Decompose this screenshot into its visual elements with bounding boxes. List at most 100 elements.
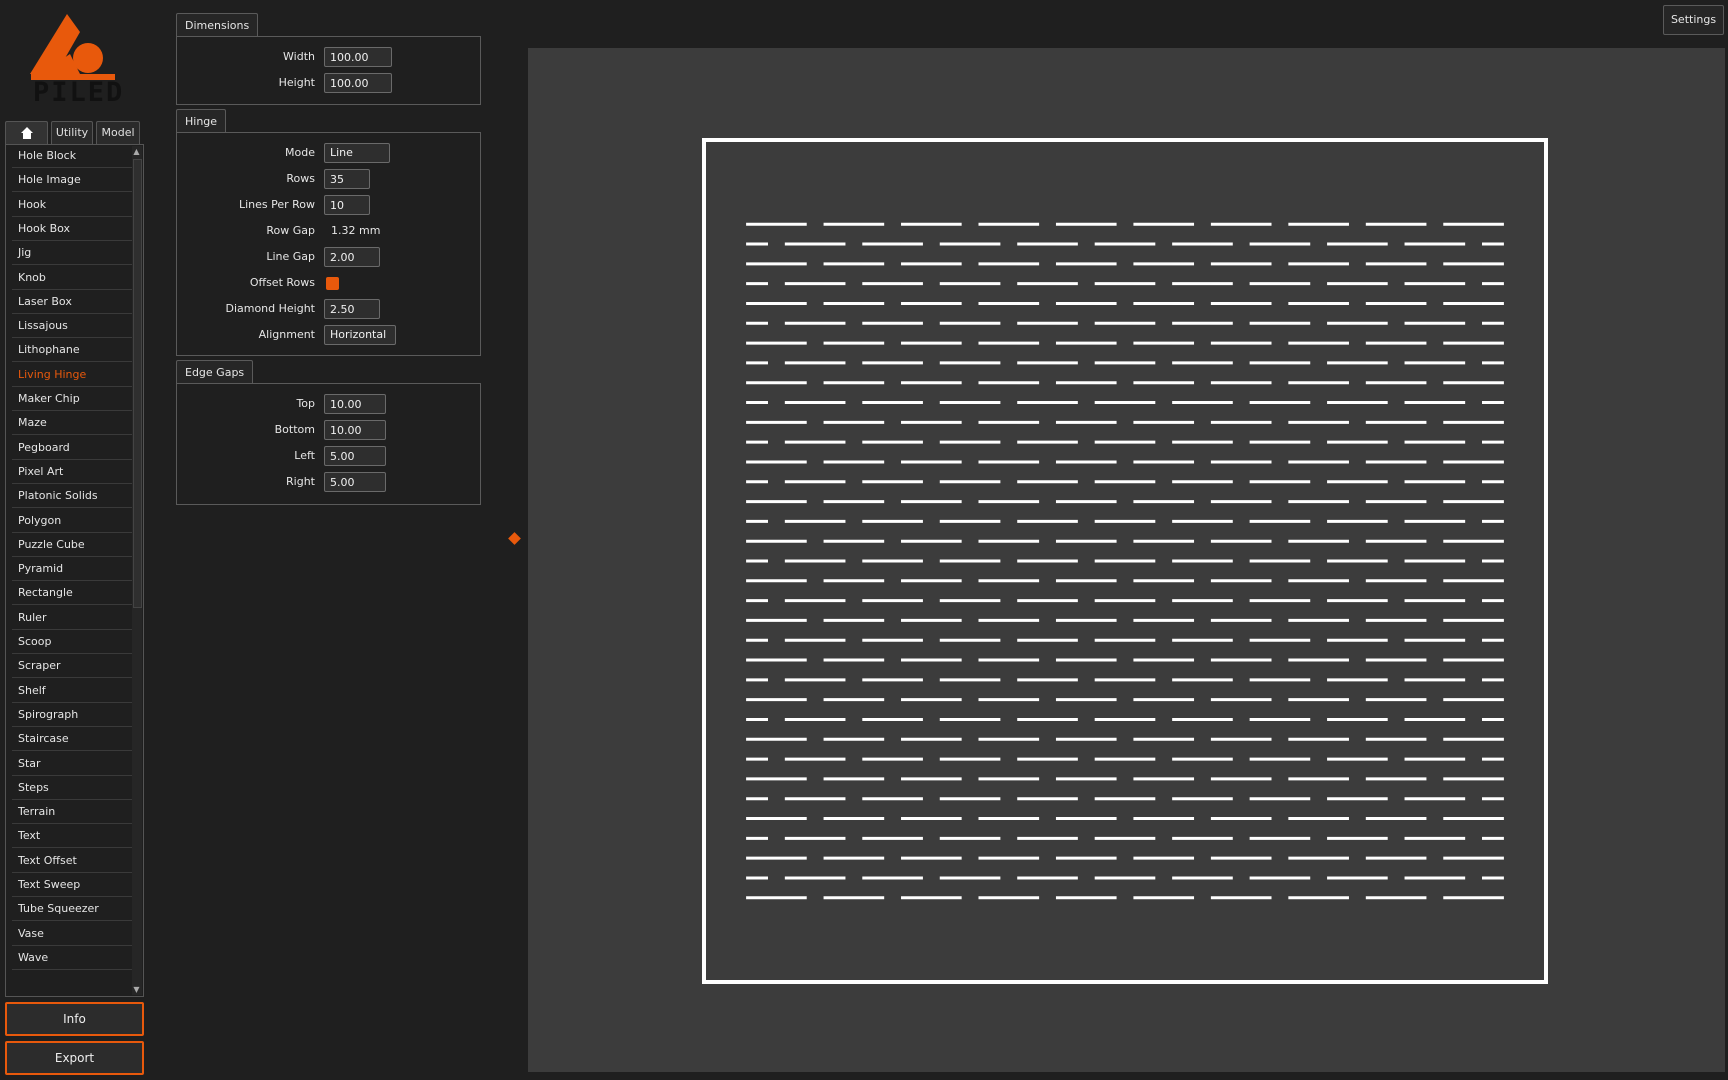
settings-button[interactable]: Settings bbox=[1663, 5, 1724, 35]
diamond-height-label: Diamond Height bbox=[225, 302, 315, 315]
list-item[interactable]: Star bbox=[12, 753, 134, 776]
list-item-label: Tube Squeezer bbox=[18, 902, 99, 916]
mode-label: Mode bbox=[285, 146, 315, 159]
list-item[interactable]: Hole Image bbox=[12, 169, 134, 193]
scroll-down-icon[interactable]: ▼ bbox=[132, 984, 141, 995]
list-item[interactable]: Steps bbox=[12, 777, 134, 800]
list-item-label: Steps bbox=[18, 780, 49, 794]
row-gap-label: Row Gap bbox=[266, 224, 315, 237]
list-item-label: Wave bbox=[18, 950, 49, 964]
list-item-label: Vase bbox=[18, 926, 44, 940]
preview-viewport[interactable] bbox=[528, 48, 1725, 1072]
list-item[interactable]: Rectangle bbox=[12, 582, 134, 606]
bottom-gap-label: Bottom bbox=[274, 423, 315, 436]
width-label: Width bbox=[283, 50, 315, 63]
list-item-label: Pyramid bbox=[18, 562, 64, 576]
list-item[interactable]: Scoop bbox=[12, 631, 134, 654]
edge-gaps-group-tab[interactable]: Edge Gaps bbox=[176, 360, 254, 384]
list-item-label: Text bbox=[18, 829, 41, 843]
list-item-label: Maker Chip bbox=[18, 392, 80, 405]
list-item[interactable]: Terrain bbox=[12, 801, 134, 825]
export-button[interactable]: Export bbox=[5, 1041, 144, 1075]
list-item[interactable]: Shelf bbox=[12, 680, 134, 703]
list-item[interactable]: Platonic Solids bbox=[12, 485, 134, 509]
list-item-label: Laser Box bbox=[18, 294, 72, 308]
rows-field[interactable] bbox=[324, 169, 370, 189]
list-item-label: Hole Block bbox=[18, 149, 77, 162]
list-item-label: Polygon bbox=[18, 513, 62, 527]
offset-rows-checkbox[interactable] bbox=[326, 277, 339, 290]
list-item-label: Scraper bbox=[18, 659, 61, 673]
list-item[interactable]: Spirograph bbox=[12, 704, 134, 727]
list-item[interactable]: Staircase bbox=[12, 728, 134, 752]
line-gap-label: Line Gap bbox=[266, 250, 315, 263]
list-item-label: Living Hinge bbox=[18, 367, 87, 381]
list-item[interactable]: Pyramid bbox=[12, 558, 134, 582]
scroll-up-icon[interactable]: ▲ bbox=[132, 146, 141, 157]
mode-select[interactable]: Line bbox=[324, 143, 390, 163]
list-item-label: Spirograph bbox=[18, 707, 79, 721]
info-button[interactable]: Info bbox=[5, 1002, 144, 1036]
list-item[interactable]: Hook Box bbox=[12, 218, 134, 241]
home-icon bbox=[20, 127, 33, 139]
list-item[interactable]: Living Hinge bbox=[12, 364, 134, 387]
list-item[interactable]: Jig bbox=[12, 242, 134, 266]
list-item[interactable]: Hole Block bbox=[12, 145, 134, 168]
list-item[interactable]: Scraper bbox=[12, 655, 134, 679]
height-label: Height bbox=[278, 76, 315, 89]
top-gap-field[interactable] bbox=[324, 394, 386, 414]
list-item[interactable]: Polygon bbox=[12, 510, 134, 533]
list-item-label: Hole Image bbox=[18, 173, 81, 187]
list-item-label: Terrain bbox=[18, 805, 56, 819]
left-gap-field[interactable] bbox=[324, 446, 386, 466]
list-item-label: Pixel Art bbox=[18, 464, 64, 478]
list-item-label: Pegboard bbox=[18, 440, 70, 454]
splitter-handle[interactable] bbox=[508, 532, 521, 545]
list-item[interactable]: Pegboard bbox=[12, 437, 134, 460]
list-item[interactable]: Ruler bbox=[12, 607, 134, 630]
list-item-label: Text Offset bbox=[18, 853, 77, 867]
tab-utility[interactable]: Utility bbox=[51, 121, 93, 144]
diamond-height-field[interactable] bbox=[324, 299, 380, 319]
scroll-thumb[interactable] bbox=[133, 159, 142, 608]
list-item[interactable]: Hook bbox=[12, 194, 134, 217]
lines-per-row-field[interactable] bbox=[324, 195, 370, 215]
list-item[interactable]: Maze bbox=[12, 412, 134, 436]
alignment-select[interactable]: Horizontal bbox=[324, 325, 396, 345]
list-item[interactable]: Puzzle Cube bbox=[12, 534, 134, 557]
list-item-label: Lissajous bbox=[18, 319, 68, 333]
dimensions-group-tab[interactable]: Dimensions bbox=[176, 13, 259, 37]
tab-model[interactable]: Model bbox=[96, 121, 140, 144]
list-item[interactable]: Wave bbox=[12, 947, 134, 970]
list-item[interactable]: Text Offset bbox=[12, 850, 134, 873]
model-list[interactable]: Hole Block Hole Image Hook Hook Box Jig Knob L… bbox=[5, 144, 144, 997]
list-item-label: Rectangle bbox=[18, 586, 73, 600]
list-item[interactable]: Pixel Art bbox=[12, 461, 134, 484]
line-gap-field[interactable] bbox=[324, 247, 380, 267]
bottom-gap-field[interactable] bbox=[324, 420, 386, 440]
row-gap-value: 1.32 mm bbox=[331, 224, 381, 237]
list-item-label: Scoop bbox=[18, 635, 52, 648]
list-item[interactable]: Laser Box bbox=[12, 291, 134, 314]
right-gap-label: Right bbox=[286, 475, 315, 488]
rows-label: Rows bbox=[286, 172, 315, 185]
list-item[interactable]: Text bbox=[12, 825, 134, 849]
list-item-label: Lithophane bbox=[18, 343, 80, 357]
width-field[interactable] bbox=[324, 47, 392, 67]
list-item[interactable]: Lithophane bbox=[12, 339, 134, 363]
list-item-label: Staircase bbox=[18, 732, 69, 746]
list-item-label: Puzzle Cube bbox=[18, 537, 85, 551]
tab-home[interactable] bbox=[5, 121, 48, 144]
list-item-label: Star bbox=[18, 756, 41, 770]
list-item[interactable]: Vase bbox=[12, 923, 134, 946]
hinge-preview bbox=[702, 138, 1548, 984]
list-item[interactable]: Maker Chip bbox=[12, 388, 134, 411]
list-item[interactable]: Tube Squeezer bbox=[12, 898, 134, 922]
list-item[interactable]: Text Sweep bbox=[12, 874, 134, 897]
list-item[interactable]: Lissajous bbox=[12, 315, 134, 339]
list-item[interactable]: Knob bbox=[12, 267, 134, 290]
right-gap-field[interactable] bbox=[324, 472, 386, 492]
hinge-group-tab[interactable]: Hinge bbox=[176, 109, 227, 133]
height-field[interactable] bbox=[324, 73, 392, 93]
list-item-label: Platonic Solids bbox=[18, 489, 98, 503]
